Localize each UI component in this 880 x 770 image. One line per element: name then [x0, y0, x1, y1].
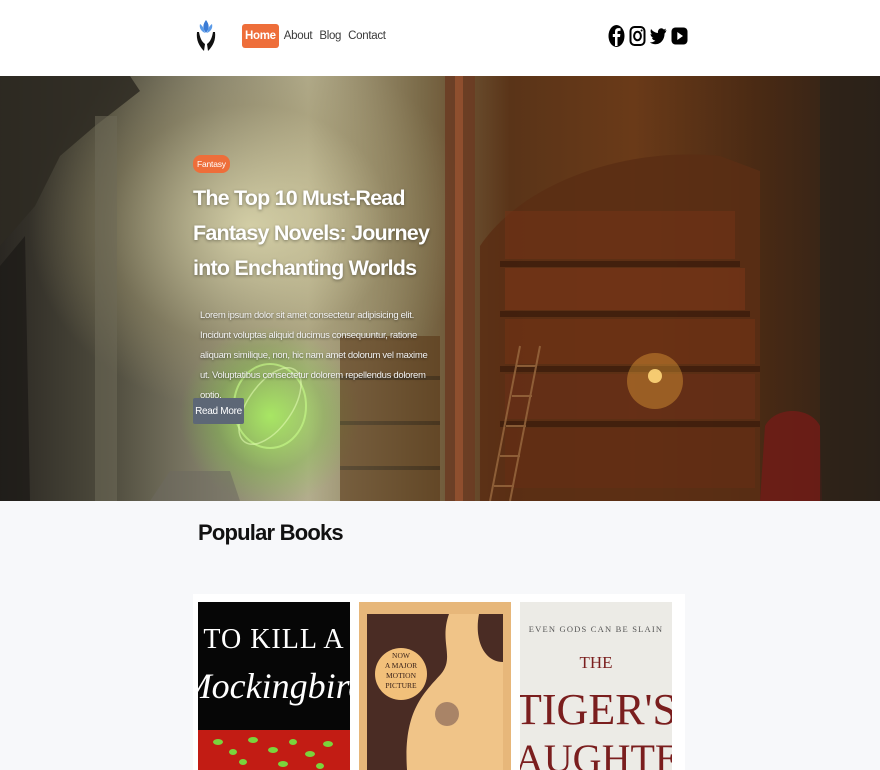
site-header: Home About Blog Contact — [0, 0, 880, 76]
book-card-tigers-daughter[interactable]: EVEN GODS CAN BE SLAIN THE TIGER'S DAUGH… — [520, 602, 672, 770]
svg-text:A MAJOR: A MAJOR — [385, 661, 417, 670]
svg-text:PICTURE: PICTURE — [385, 681, 417, 690]
youtube-icon[interactable] — [671, 24, 688, 48]
nav-home[interactable]: Home — [242, 24, 279, 48]
svg-text:MOTION: MOTION — [386, 671, 417, 680]
popular-books-list: TO KILL A Mockingbird NOW A MAJOR MOTION… — [193, 594, 685, 770]
category-tag[interactable]: Fantasy — [193, 155, 230, 173]
nav-blog[interactable]: Blog — [317, 24, 343, 48]
book-cover-image: TO KILL A Mockingbird — [198, 602, 350, 770]
svg-text:Mockingbird: Mockingbird — [198, 666, 350, 706]
main-nav: Home About Blog Contact — [242, 24, 388, 48]
svg-text:THE: THE — [579, 653, 612, 672]
nav-contact[interactable]: Contact — [346, 24, 388, 48]
hero-description: Lorem ipsum dolor sit amet consectetur a… — [200, 310, 428, 401]
svg-text:TIGER'S: TIGER'S — [520, 685, 672, 734]
social-links — [608, 24, 688, 48]
hand-lotus-logo[interactable] — [194, 18, 218, 54]
book-cover-image: EVEN GODS CAN BE SLAIN THE TIGER'S DAUGH… — [520, 602, 672, 770]
hero-banner: Fantasy The Top 10 Must-Read Fantasy Nov… — [0, 76, 880, 501]
hero-content: Fantasy The Top 10 Must-Read Fantasy Nov… — [193, 154, 443, 424]
svg-text:TO KILL A: TO KILL A — [203, 624, 344, 655]
popular-books-title: Popular Books — [198, 520, 344, 545]
svg-text:NOW: NOW — [392, 651, 411, 660]
svg-text:EVEN GODS CAN BE SLAIN: EVEN GODS CAN BE SLAIN — [529, 624, 664, 634]
hero-title: The Top 10 Must-Read Fantasy Novels: Jou… — [193, 186, 430, 280]
book-cover-image: NOW A MAJOR MOTION PICTURE — [359, 602, 511, 770]
read-more-button[interactable]: Read More — [193, 398, 244, 424]
svg-text:DAUGHTER: DAUGHTER — [520, 736, 672, 770]
twitter-icon[interactable] — [650, 24, 667, 48]
instagram-icon[interactable] — [629, 24, 646, 48]
book-card-motion-picture[interactable]: NOW A MAJOR MOTION PICTURE — [359, 602, 511, 770]
facebook-icon[interactable] — [608, 24, 625, 48]
nav-about[interactable]: About — [282, 24, 315, 48]
book-card-mockingbird[interactable]: TO KILL A Mockingbird — [198, 602, 350, 770]
